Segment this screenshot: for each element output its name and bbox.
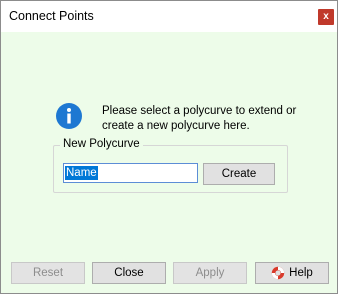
window-close-button[interactable]: x bbox=[318, 9, 334, 25]
reset-button[interactable]: Reset bbox=[11, 262, 85, 284]
polycurve-name-value: Name bbox=[65, 166, 98, 180]
connect-points-dialog: Connect Points x Please select a polycur… bbox=[0, 0, 338, 294]
info-icon bbox=[56, 103, 82, 129]
close-button[interactable]: Close bbox=[92, 262, 166, 284]
help-button[interactable]: Help bbox=[255, 262, 329, 284]
instruction-message: Please select a polycurve to extend or c… bbox=[102, 105, 297, 132]
title-bar[interactable]: Connect Points x bbox=[1, 1, 337, 31]
help-button-label: Help bbox=[289, 267, 313, 279]
new-polycurve-group: New Polycurve Name Create bbox=[53, 138, 288, 193]
lifebuoy-icon bbox=[271, 266, 285, 280]
create-button[interactable]: Create bbox=[203, 163, 275, 185]
dialog-client-area: Please select a polycurve to extend or c… bbox=[1, 32, 337, 293]
window-title: Connect Points bbox=[9, 9, 94, 23]
polycurve-name-input[interactable]: Name bbox=[63, 163, 198, 183]
new-polycurve-group-label: New Polycurve bbox=[60, 138, 143, 150]
apply-button[interactable]: Apply bbox=[173, 262, 247, 284]
